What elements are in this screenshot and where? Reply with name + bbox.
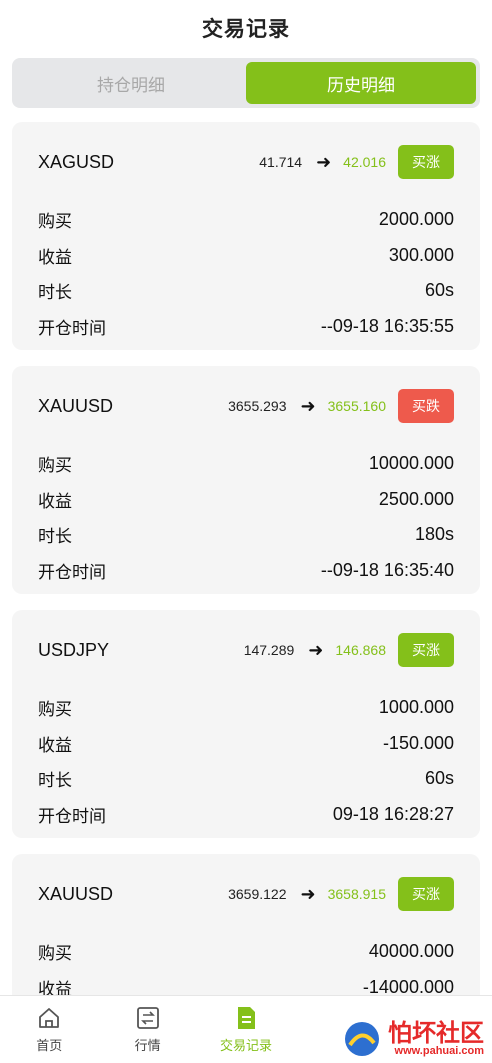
duration-value: 180s: [414, 524, 454, 545]
page-header: 交易记录: [0, 0, 492, 56]
trade-record-card[interactable]: XAUUSD 3655.293 ➜ 3655.160 买跌 购买 10000.00…: [12, 366, 480, 594]
symbol: XAGUSD: [38, 151, 115, 172]
open-price: 3659.122: [228, 886, 287, 902]
buy-amount: 1000.000: [378, 697, 454, 718]
trade-record-card[interactable]: XAGUSD 41.714 ➜ 42.016 买涨 购买 2000.000 收益 3…: [12, 122, 480, 350]
tab-positions[interactable]: 持仓明细: [16, 62, 246, 104]
duration-value: 60s: [424, 768, 454, 789]
tabbar-label: 行情: [134, 1039, 161, 1054]
profit-value: 2500.000: [378, 488, 454, 509]
buy-label: 购买: [38, 212, 72, 233]
buy-label: 购买: [38, 456, 72, 477]
duration-value: 60s: [424, 280, 454, 301]
close-price: 42.016: [343, 154, 386, 170]
arrow-right-icon: ➜: [316, 151, 332, 172]
tabbar-item-market[interactable]: 行情: [98, 996, 196, 1063]
direction-badge: 买涨: [398, 633, 454, 667]
tab-history[interactable]: 历史明细: [246, 62, 476, 104]
open-price: 41.714: [259, 154, 303, 170]
watermark: 怕坏社区 www.pahuai.com: [342, 1019, 484, 1059]
direction-badge: 买涨: [398, 145, 454, 179]
open-time-label: 开仓时间: [38, 318, 106, 339]
symbol: USDJPY: [38, 639, 110, 660]
arrow-right-icon: ➜: [308, 639, 324, 660]
page-title: 交易记录: [202, 17, 290, 41]
arrow-right-icon: ➜: [300, 395, 316, 416]
direction-badge: 买涨: [398, 877, 454, 911]
record-tabs: 持仓明细 历史明细: [12, 58, 480, 108]
tabbar-label: 交易记录: [220, 1039, 273, 1054]
tabbar-item-home[interactable]: 首页: [0, 996, 98, 1063]
tabbar-label: 首页: [36, 1039, 63, 1054]
tabbar-item-records[interactable]: 交易记录: [197, 996, 295, 1063]
home-icon: [36, 1005, 62, 1031]
profit-label: 收益: [38, 491, 72, 512]
exchange-icon: [135, 1005, 161, 1031]
buy-label: 购买: [38, 700, 72, 721]
open-price: 3655.293: [228, 398, 287, 414]
close-price: 3655.160: [327, 398, 386, 414]
profit-label: 收益: [38, 247, 72, 268]
direction-badge: 买跌: [398, 389, 454, 423]
duration-label: 时长: [38, 283, 72, 304]
open-price: 147.289: [243, 642, 295, 658]
buy-amount: 40000.000: [368, 941, 454, 962]
open-time-label: 开仓时间: [38, 806, 106, 827]
open-time-value: --09-18 16:35:40: [320, 559, 454, 580]
open-time-value: --09-18 16:35:55: [320, 315, 454, 336]
arrow-right-icon: ➜: [300, 883, 316, 904]
profit-label: 收益: [38, 735, 72, 756]
profit-value: -150.000: [382, 732, 454, 753]
price-change: 3659.122 ➜ 3658.915 买涨: [228, 877, 454, 911]
buy-label: 购买: [38, 944, 72, 965]
buy-amount: 10000.000: [368, 453, 454, 474]
document-icon: [233, 1005, 259, 1031]
open-time-value: 09-18 16:28:27: [332, 803, 454, 824]
symbol: XAUUSD: [38, 395, 114, 416]
watermark-text: 怕坏社区: [388, 1019, 484, 1047]
profit-value: 300.000: [388, 244, 454, 265]
price-change: 41.714 ➜ 42.016 买涨: [259, 145, 454, 179]
price-change: 147.289 ➜ 146.868 买涨: [244, 633, 454, 667]
buy-amount: 2000.000: [378, 209, 454, 230]
duration-label: 时长: [38, 771, 72, 792]
watermark-logo-icon: [345, 1022, 379, 1056]
watermark-url: www.pahuai.com: [394, 1045, 484, 1057]
duration-label: 时长: [38, 527, 72, 548]
trade-record-list: XAGUSD 41.714 ➜ 42.016 买涨 购买 2000.000 收益 3…: [12, 122, 480, 1063]
close-price: 3658.915: [327, 886, 386, 902]
trade-record-card[interactable]: USDJPY 147.289 ➜ 146.868 买涨 购买 1000.000 收…: [12, 610, 480, 838]
symbol: XAUUSD: [38, 883, 114, 904]
open-time-label: 开仓时间: [38, 562, 106, 583]
price-change: 3655.293 ➜ 3655.160 买跌: [228, 389, 454, 423]
close-price: 146.868: [335, 642, 386, 658]
